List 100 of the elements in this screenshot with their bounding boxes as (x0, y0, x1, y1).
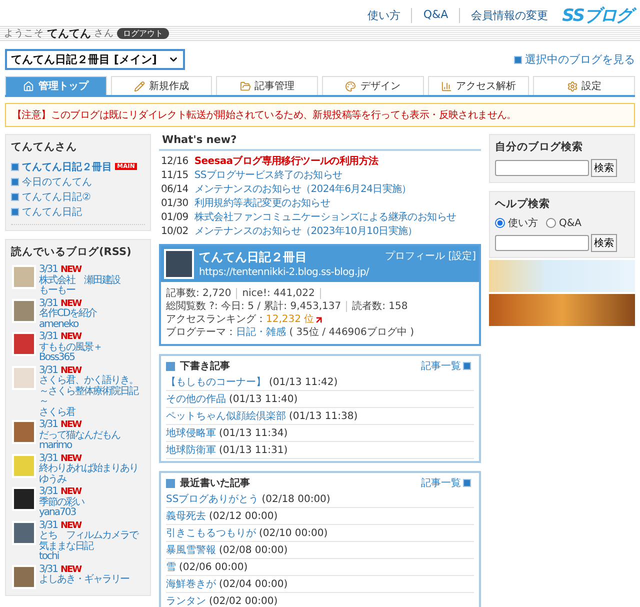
article-link[interactable]: SSブログありがとう (166, 492, 259, 506)
new-label: NEW (60, 420, 82, 430)
article-link[interactable]: 海鮮巻きが (166, 577, 216, 591)
radio-button[interactable] (495, 218, 505, 228)
blog-select[interactable]: てんてん日記２冊目 [メイン] (5, 49, 185, 70)
section-title: てんてんさん (11, 140, 78, 154)
blog-link[interactable]: てんてん日記２冊目 (22, 160, 112, 174)
theme-link[interactable]: 日記・雑感 (236, 327, 286, 338)
article-link[interactable]: ランタン (166, 594, 206, 607)
search-button[interactable]: 検索 (591, 159, 617, 177)
home-icon (23, 80, 34, 92)
article-list-link[interactable]: 記事一覧 (421, 359, 474, 373)
article-link[interactable]: その他の作品 (166, 392, 226, 406)
article-time: (01/13 11:38) (289, 410, 358, 422)
blog-link[interactable]: 今日のてんてん (22, 174, 92, 188)
section-title: 自分のブログ検索 (495, 140, 584, 154)
rss-author: もーもー (39, 286, 76, 296)
header-link[interactable]: 使い方 (367, 8, 400, 22)
radio-label: Q&A (559, 218, 582, 228)
view-blog-link[interactable]: 選択中のブログを見る (514, 52, 635, 67)
photo-placeholder (12, 298, 36, 322)
header-link[interactable]: 会員情報の変更 (471, 8, 548, 22)
search-field[interactable] (495, 235, 589, 251)
ad-banner[interactable] (489, 294, 635, 326)
photo-placeholder (12, 454, 36, 478)
blog-link[interactable]: てんてん日記② (22, 190, 91, 204)
nav-tab[interactable]: 記事管理 (216, 76, 318, 95)
rss-author: ameneko (39, 320, 78, 330)
article-list-link[interactable]: 記事一覧 (421, 476, 474, 490)
news-link[interactable]: SSブログサービス終了のお知らせ (194, 168, 342, 182)
rss-author: tochi (39, 552, 59, 562)
nav-tab[interactable]: 管理トップ (5, 76, 107, 95)
blog-title: てんてん日記２冊目 (199, 249, 308, 266)
theme-rank: ( 35位 / 446906ブログ中 ) (289, 327, 414, 338)
search-button[interactable]: 検索 (591, 234, 617, 252)
photo-placeholder (12, 564, 36, 588)
rss-date: 3/31 (39, 419, 58, 430)
rss-title-link[interactable]: 名作CDを紹介 (39, 309, 97, 320)
article-link[interactable]: 地球防衛軍 (166, 443, 216, 457)
rss-title-link[interactable]: すももの風景＋ (39, 342, 102, 353)
palette-icon (345, 80, 356, 92)
blog-link[interactable]: てんてん日記 (22, 204, 82, 218)
news-link[interactable]: 株式会社ファンコミュニケーションズによる継承のお知らせ (194, 210, 456, 224)
news-link[interactable]: メンテナンスのお知らせ（2024年6月24日実施） (194, 182, 412, 196)
new-label: NEW (60, 487, 82, 497)
article-link[interactable]: 雪 (166, 560, 176, 574)
profile-link[interactable]: プロフィール (385, 249, 446, 279)
article-link[interactable]: 暴風雪警報 (166, 543, 216, 557)
collapse-icon[interactable] (166, 362, 175, 370)
bar-chart-icon (441, 80, 452, 92)
article-link[interactable]: 義母死去 (166, 509, 206, 523)
news-link[interactable]: 利用規約等表記変更のお知らせ (194, 196, 330, 210)
header-link[interactable]: Q&A (423, 8, 448, 22)
collapse-icon[interactable] (166, 478, 175, 488)
logout-button[interactable]: ログアウト (117, 28, 169, 39)
radio-button[interactable] (546, 218, 556, 228)
stat-text: 読者数: 158 (352, 301, 408, 312)
nav-tab[interactable]: 設定 (533, 76, 636, 95)
article-time: (02/04 00:00) (219, 578, 288, 590)
bullet-icon (11, 208, 19, 216)
nav-tab[interactable]: 新規作成 (110, 76, 212, 95)
stat-text: 総閲覧数 ?: 今日: 5 / 累計: 9,453,137 (166, 301, 342, 312)
panel-title: 最近書いた記事 (180, 476, 250, 490)
rss-title-link[interactable]: さくら君、かく語りき。～さくら整体療術院日記～ (39, 376, 145, 408)
article-link[interactable]: 引きこもるつもりが (166, 526, 256, 540)
nav-tab[interactable]: デザイン (322, 76, 424, 95)
user-name: てんてん (47, 26, 91, 41)
bullet-icon (463, 479, 471, 487)
new-label: NEW (60, 265, 82, 275)
news-date: 01/09 (161, 212, 188, 222)
search-field[interactable] (495, 160, 589, 176)
news-link[interactable]: メンテナンスのお知らせ（2023年10月10日実施） (194, 224, 418, 238)
rss-title-link[interactable]: 終わりあれば始まりあり (39, 464, 138, 474)
radio-label: 使い方 (508, 216, 538, 230)
article-link[interactable]: ペットちゃん似顔絵倶楽部 (166, 409, 286, 423)
rss-title-link[interactable]: だって猫なんだもん (39, 430, 120, 441)
rss-date: 3/31 (39, 520, 58, 530)
rss-title-link[interactable]: 株式会社 瀬田建設 (39, 276, 120, 286)
section-title: 読んでいるブログ(RSS) (11, 245, 132, 259)
news-date: 11/15 (161, 170, 188, 180)
section-title: What's new? (159, 134, 481, 151)
settings-link[interactable]: [設定] (448, 249, 476, 279)
rss-title-link[interactable]: よしあき・ギャラリー (39, 575, 129, 586)
blog-url[interactable]: https://tentennikki-2.blog.ss-blog.jp/ (199, 267, 380, 278)
new-label: NEW (60, 298, 82, 308)
photo-placeholder (12, 265, 36, 289)
article-link[interactable]: 【もしものコーナー】 (166, 375, 266, 389)
new-label: NEW (60, 366, 82, 376)
rss-title-link[interactable]: 季節の彩い (39, 498, 84, 508)
ranking-value: 12,232 位 (266, 313, 314, 326)
nav-tab[interactable]: アクセス解析 (428, 76, 530, 95)
photo-placeholder (12, 366, 36, 390)
rss-author: marimo (39, 441, 72, 452)
bullet-icon (11, 178, 19, 186)
new-label: NEW (60, 454, 82, 464)
news-link[interactable]: Seesaaブログ専用移行ツールの利用方法 (194, 154, 378, 168)
article-link[interactable]: 地球侵略軍 (166, 426, 216, 440)
article-time: (02/02 00:00) (209, 596, 278, 606)
folder-icon (240, 80, 251, 92)
photo-placeholder (12, 332, 36, 356)
